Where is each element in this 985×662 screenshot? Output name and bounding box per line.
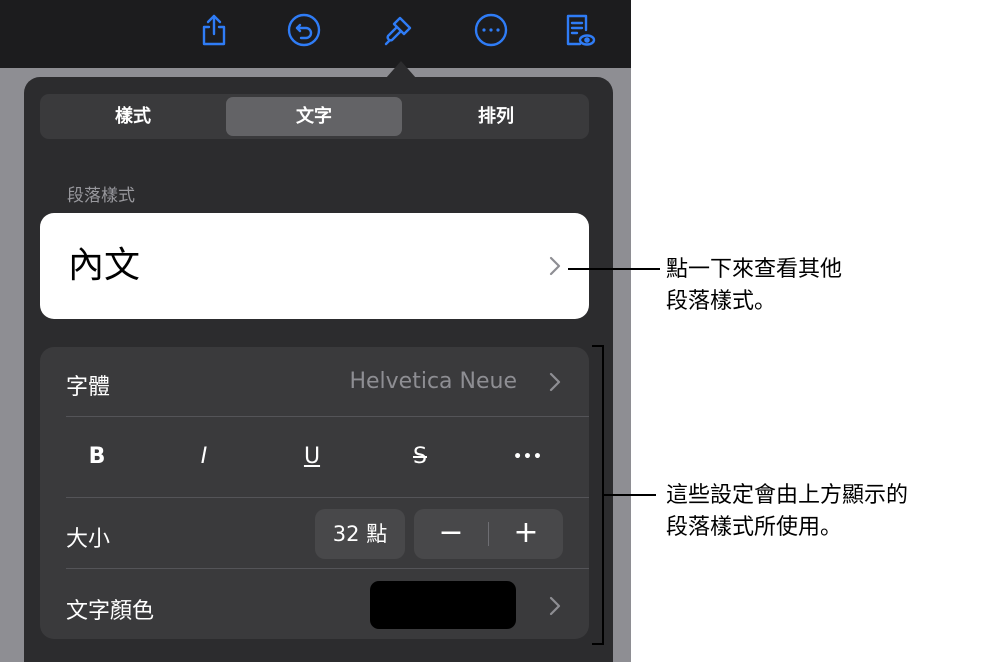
text-color-label: 文字顏色 [66, 599, 155, 624]
chevron-right-icon [548, 255, 562, 277]
font-row[interactable]: 字體 Helvetica Neue [40, 347, 589, 417]
format-buttons-row: B I U S ••• [40, 417, 589, 497]
callout-bracket-settings [592, 345, 604, 645]
callout-style-line1: 點一下來查看其他 [666, 257, 843, 282]
undo-icon[interactable] [286, 12, 322, 48]
format-brush-icon[interactable] [380, 12, 416, 48]
separator [66, 568, 589, 569]
underline-button[interactable]: U [282, 417, 342, 497]
text-settings-card: 字體 Helvetica Neue B I U S ••• 大小 32 點 − … [40, 347, 589, 639]
callout-settings-line2: 段落樣式所使用。 [666, 515, 843, 540]
more-format-button[interactable]: ••• [498, 417, 558, 497]
font-label: 字體 [66, 375, 111, 400]
ipad-screen: 樣式 文字 排列 段落樣式 內文 字體 Helvetica Neue B I U… [0, 0, 631, 662]
paragraph-style-label: 段落樣式 [67, 186, 135, 206]
callout-leader-style [568, 268, 660, 270]
italic-button[interactable]: I [174, 417, 234, 497]
share-icon[interactable] [196, 12, 232, 48]
strikethrough-button[interactable]: S [390, 417, 450, 497]
chevron-right-icon [548, 371, 562, 393]
callout-settings-line1: 這些設定會由上方顯示的 [666, 483, 909, 508]
size-label: 大小 [66, 527, 111, 552]
paragraph-style-button[interactable]: 內文 [40, 213, 589, 319]
callout-leader-settings [604, 494, 656, 496]
decrease-size-button[interactable]: − [414, 509, 488, 559]
callout-style-line2: 段落樣式。 [666, 289, 777, 314]
paragraph-style-name: 內文 [68, 245, 141, 286]
separator [66, 497, 589, 498]
format-tabs: 樣式 文字 排列 [40, 94, 589, 139]
popover-arrow [386, 61, 416, 78]
tab-style[interactable]: 樣式 [43, 97, 223, 136]
more-icon[interactable] [473, 12, 509, 48]
toolbar [0, 0, 631, 68]
chevron-right-icon [548, 595, 562, 617]
tab-arrange[interactable]: 排列 [406, 97, 586, 136]
font-size-stepper: − + [414, 509, 563, 559]
tab-text[interactable]: 文字 [226, 97, 402, 136]
reader-view-icon[interactable] [560, 12, 596, 48]
font-size-value[interactable]: 32 點 [315, 509, 405, 559]
increase-size-button[interactable]: + [489, 509, 563, 559]
text-color-swatch[interactable] [370, 581, 516, 629]
font-value: Helvetica Neue [349, 369, 517, 394]
bold-button[interactable]: B [67, 417, 127, 497]
format-popover: 樣式 文字 排列 段落樣式 內文 字體 Helvetica Neue B I U… [24, 77, 613, 662]
